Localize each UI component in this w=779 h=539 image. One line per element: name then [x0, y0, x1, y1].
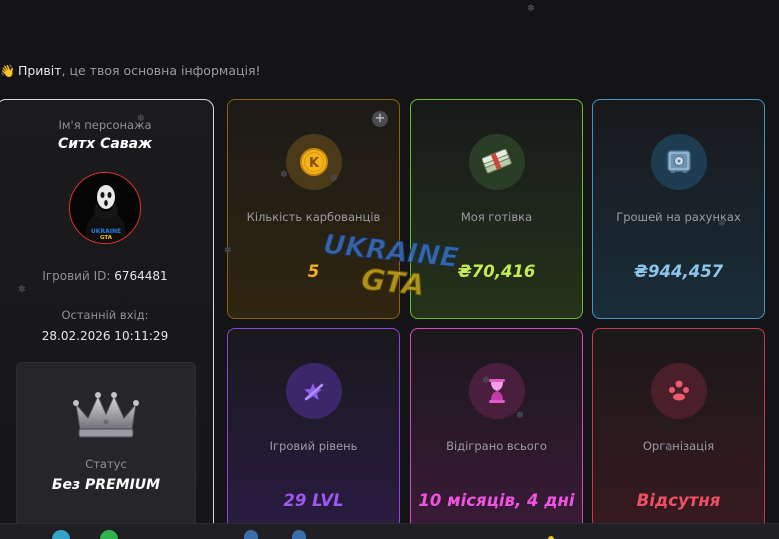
status-label: Статус	[85, 457, 127, 471]
profile-card: Ім'я персонажа Ситх Саваж UKRAINE GTA Іг…	[0, 99, 214, 539]
game-id-label: Ігровий ID:	[42, 269, 111, 283]
status-value: Без PREMIUM	[51, 477, 161, 493]
avatar-text-line1: UKRAINE	[91, 228, 121, 235]
card-label: Моя готівка	[460, 210, 533, 224]
snowflake-icon: ✽	[280, 170, 288, 180]
safe-icon	[651, 134, 707, 190]
card-label: Ігровий рівень	[269, 439, 358, 453]
level-star-icon	[286, 363, 342, 419]
game-id-value: 6764481	[114, 269, 168, 283]
bank-accounts-card: Грошей на рахунках ₴944,457	[592, 99, 765, 319]
cash-stack-icon	[469, 134, 525, 190]
time-played-card: Відіграно всього 10 місяців, 4 дні	[410, 328, 583, 539]
status-box: Статус Без PREMIUM	[16, 362, 196, 539]
taskbar-app-icon[interactable]	[100, 530, 118, 539]
character-name: Ситх Саваж	[57, 136, 153, 152]
greeting-hello: Привіт	[17, 63, 62, 78]
card-value: ₴70,416	[457, 262, 536, 281]
card-label: Кількість карбованців	[246, 210, 381, 224]
snowflake-icon: ✽	[137, 114, 145, 124]
taskbar-app-icon[interactable]	[292, 530, 306, 539]
last-login-value: 28.02.2026 10:11:29	[41, 329, 169, 343]
group-icon	[651, 363, 707, 419]
snowflake-icon: ✽	[18, 285, 26, 295]
last-login-label: Останній вхід:	[61, 308, 149, 322]
organization-card: Організація Відсутня	[592, 328, 765, 539]
card-label: Відіграно всього	[446, 439, 547, 453]
last-login: Останній вхід: 28.02.2026 10:11:29	[0, 308, 213, 343]
game-id: Ігровий ID: 6764481	[0, 269, 213, 283]
snowflake-icon: ✽	[482, 376, 490, 386]
card-label: Грошей на рахунках	[616, 210, 741, 224]
character-name-label: Ім'я персонажа	[58, 118, 152, 132]
coin-letter: K	[309, 156, 320, 171]
snowflake-icon: ✽	[527, 4, 535, 14]
add-karbovantsi-button[interactable]: +	[372, 111, 388, 127]
card-value: Відсутня	[636, 491, 721, 510]
karbovantsi-card: + K Кількість карбованців 5	[227, 99, 400, 319]
greeting-text: 👋 Привіт, це твоя основна інформація!	[0, 63, 261, 78]
card-value: 29 LVL	[283, 491, 344, 510]
greeting-rest: , це твоя основна інформація!	[61, 63, 261, 78]
card-value: 5	[307, 262, 320, 281]
snowflake-icon: ✽	[718, 219, 726, 229]
snowflake-icon: ✽	[330, 174, 338, 184]
taskbar-app-icon[interactable]	[244, 530, 258, 539]
snowflake-icon: ✽	[224, 246, 232, 256]
card-label: Організація	[642, 439, 715, 453]
crown-icon	[73, 392, 139, 438]
snowflake-icon: ✽	[516, 411, 524, 421]
card-value: 10 місяців, 4 дні	[418, 491, 575, 510]
taskbar-app-icon[interactable]	[52, 530, 70, 539]
avatar[interactable]: UKRAINE GTA	[69, 172, 141, 244]
taskbar	[0, 523, 779, 539]
avatar-text-line2: GTA	[100, 235, 113, 241]
snowflake-icon: ✽	[666, 444, 674, 454]
wave-hand-icon: 👋	[0, 64, 15, 78]
card-value: ₴944,457	[633, 262, 724, 281]
cash-card: Моя готівка ₴70,416	[410, 99, 583, 319]
level-card: Ігровий рівень 29 LVL	[227, 328, 400, 539]
